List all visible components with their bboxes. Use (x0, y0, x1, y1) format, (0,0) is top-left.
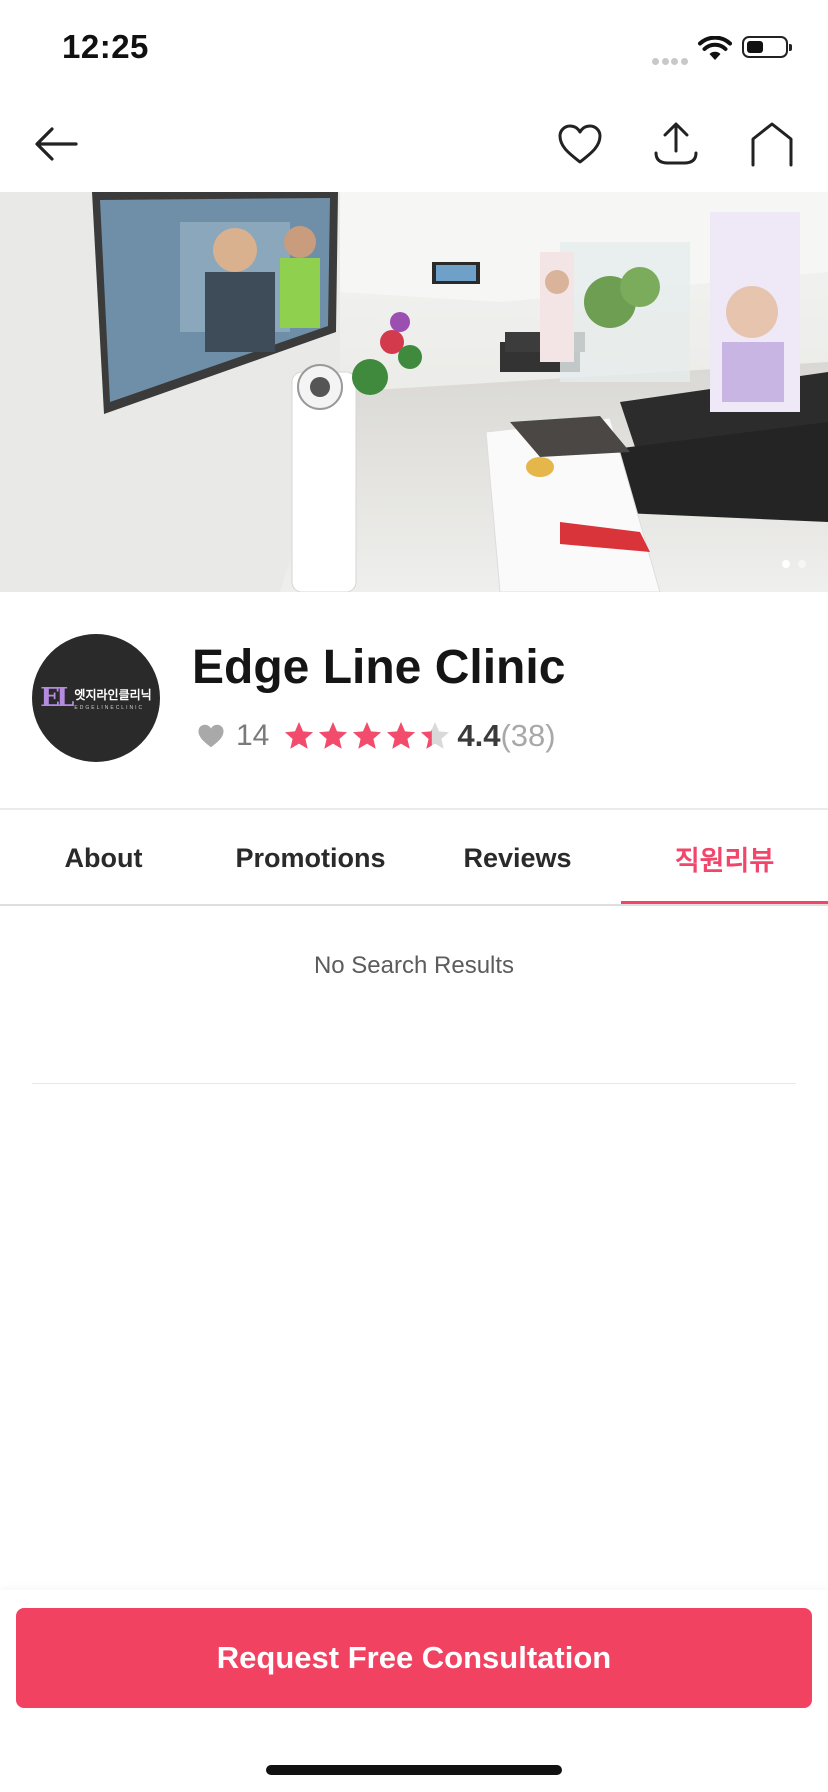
wifi-icon (698, 36, 732, 60)
clinic-name: Edge Line Clinic (192, 641, 566, 694)
clinic-meta: 14 4.4 (38) (196, 716, 556, 756)
back-arrow-icon (35, 127, 78, 161)
rating-count: (38) (500, 718, 556, 753)
star-icon (319, 722, 348, 749)
star-icon (285, 722, 314, 749)
clinic-waiting-room-photo (0, 192, 828, 592)
home-button[interactable] (740, 112, 804, 176)
tab-reviews[interactable]: Reviews (414, 810, 621, 906)
heart-outline-icon (558, 124, 602, 164)
carousel-dots (782, 560, 806, 568)
favorite-button[interactable] (548, 112, 612, 176)
carousel-dot-active (782, 560, 790, 568)
home-icon (751, 122, 793, 167)
empty-state-text: No Search Results (313, 952, 515, 979)
tab-bar: About Promotions Reviews 직원리뷰 (0, 810, 828, 906)
rating-stars (283, 720, 451, 752)
cellular-signal-icon (652, 52, 690, 65)
tab-staff-reviews[interactable]: 직원리뷰 (621, 810, 828, 906)
battery-icon (742, 36, 792, 58)
clinic-photo-carousel[interactable] (0, 192, 828, 592)
star-icon (387, 722, 416, 749)
clinic-logo: EL 엣지라인클리닉 EDGELINECLINIC (32, 634, 160, 762)
clinic-logo-english: EDGELINECLINIC (74, 704, 145, 711)
tabs-bottom-border (0, 904, 828, 906)
share-button[interactable] (644, 112, 708, 176)
star-icon (421, 722, 450, 749)
home-indicator (266, 1765, 562, 1775)
share-icon (654, 122, 698, 165)
clinic-logo-mark: EL (40, 683, 74, 713)
tab-about[interactable]: About (0, 810, 207, 906)
carousel-dot (798, 560, 806, 568)
clinic-logo-korean: 엣지라인클리닉 (74, 687, 152, 702)
rating-value: 4.4 (457, 718, 501, 753)
request-consultation-button[interactable]: Request Free Consultation (16, 1608, 812, 1708)
like-count: 14 (236, 719, 270, 752)
status-time: 12:25 (62, 28, 149, 65)
tab-promotions[interactable]: Promotions (207, 810, 414, 906)
divider (32, 1083, 796, 1084)
back-button[interactable] (24, 112, 88, 176)
star-icon (353, 722, 382, 749)
heart-filled-icon (198, 724, 224, 748)
